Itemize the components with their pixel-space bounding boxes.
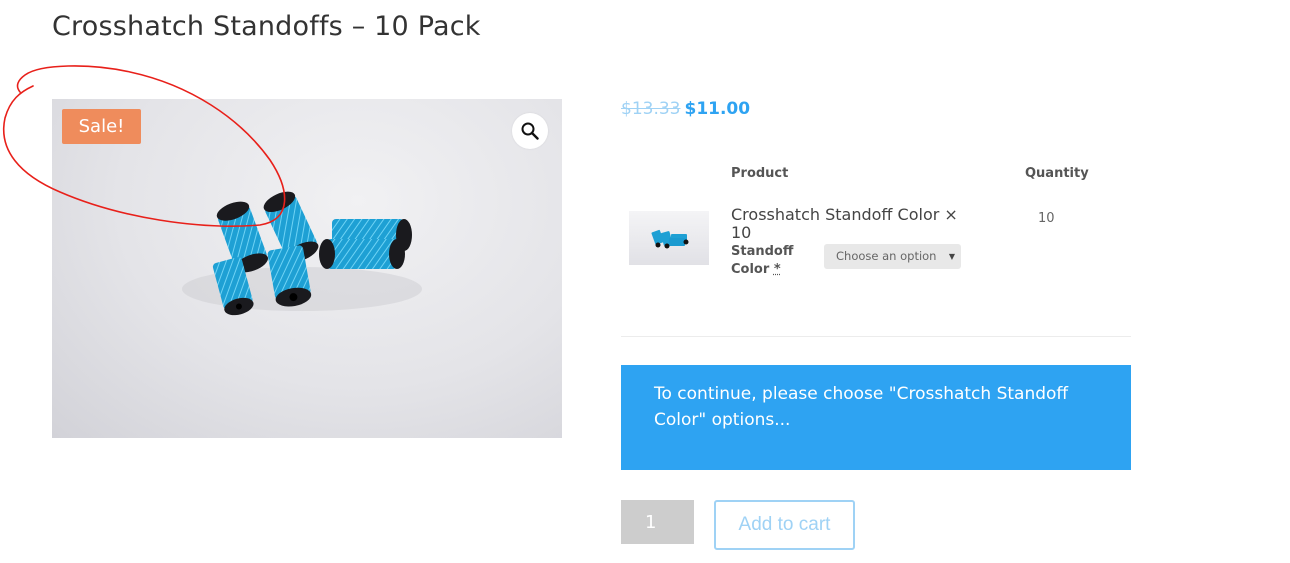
attribute-label-text: Standoff Color [731,244,794,277]
zoom-button[interactable] [512,113,548,149]
attribute-label: Standoff Color * [731,243,811,279]
item-thumbnail[interactable] [629,211,709,265]
standoff-color-select[interactable]: Choose an option ▼ [824,244,961,269]
add-to-cart-button[interactable]: Add to cart [714,500,855,550]
required-marker: * [773,262,781,277]
selection-notice: To continue, please choose "Crosshatch S… [621,365,1131,470]
regular-price: $13.33 [621,99,681,119]
quantity-input[interactable] [621,500,694,544]
divider [621,336,1131,337]
standoffs-photo [182,191,422,316]
dropdown-arrow-icon: ▼ [948,252,955,261]
select-value: Choose an option [836,249,937,263]
column-header-product: Product [731,166,789,181]
column-header-quantity: Quantity [1025,166,1089,181]
magnifier-icon [521,122,539,140]
sale-price: $11.00 [684,99,751,119]
sale-badge: Sale! [62,109,141,144]
standoffs-thumbnail-photo [651,229,689,249]
item-quantity: 10 [1038,211,1055,226]
item-name[interactable]: Crosshatch Standoff Color × 10 [731,206,976,242]
price: $13.33 $11.00 [621,99,750,119]
product-image[interactable] [52,99,562,438]
product-title: Crosshatch Standoffs – 10 Pack [52,11,481,42]
